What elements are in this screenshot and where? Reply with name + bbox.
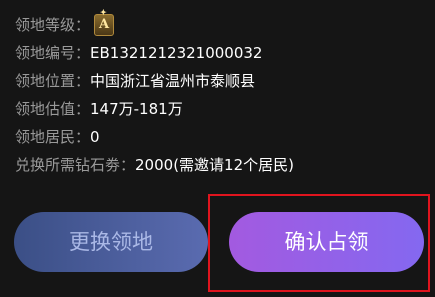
level-label: 领地等级： <box>15 16 91 34</box>
territory-info: 领地等级： ✦ A 领地编号： EB1321212321000032 领地位置：… <box>15 8 294 179</box>
level-row: 领地等级： ✦ A <box>15 8 294 39</box>
location-label: 领地位置： <box>15 72 91 90</box>
id-row: 领地编号： EB1321212321000032 <box>15 39 294 67</box>
id-value: EB1321212321000032 <box>90 44 263 62</box>
coupon-label: 兑换所需钻石劵： <box>15 156 136 174</box>
coupon-row: 兑换所需钻石劵： 2000(需邀请12个居民) <box>15 151 294 179</box>
valuation-label: 领地估值： <box>15 100 91 118</box>
sparkle-icon: ✦ <box>100 7 107 17</box>
change-territory-button[interactable]: 更换领地 <box>14 212 208 272</box>
id-label: 领地编号： <box>15 44 91 62</box>
residents-value: 0 <box>90 128 100 146</box>
confirm-occupy-button[interactable]: 确认占领 <box>229 212 424 272</box>
level-badge-letter: A <box>98 17 110 32</box>
valuation-value: 147万-181万 <box>90 100 183 118</box>
level-badge-icon: ✦ A <box>94 8 115 36</box>
location-row: 领地位置： 中国浙江省温州市泰顺县 <box>15 67 294 95</box>
residents-row: 领地居民： 0 <box>15 123 294 151</box>
coupon-value: 2000(需邀请12个居民) <box>135 156 294 174</box>
valuation-row: 领地估值： 147万-181万 <box>15 95 294 123</box>
location-value: 中国浙江省温州市泰顺县 <box>90 72 256 90</box>
residents-label: 领地居民： <box>15 128 91 146</box>
